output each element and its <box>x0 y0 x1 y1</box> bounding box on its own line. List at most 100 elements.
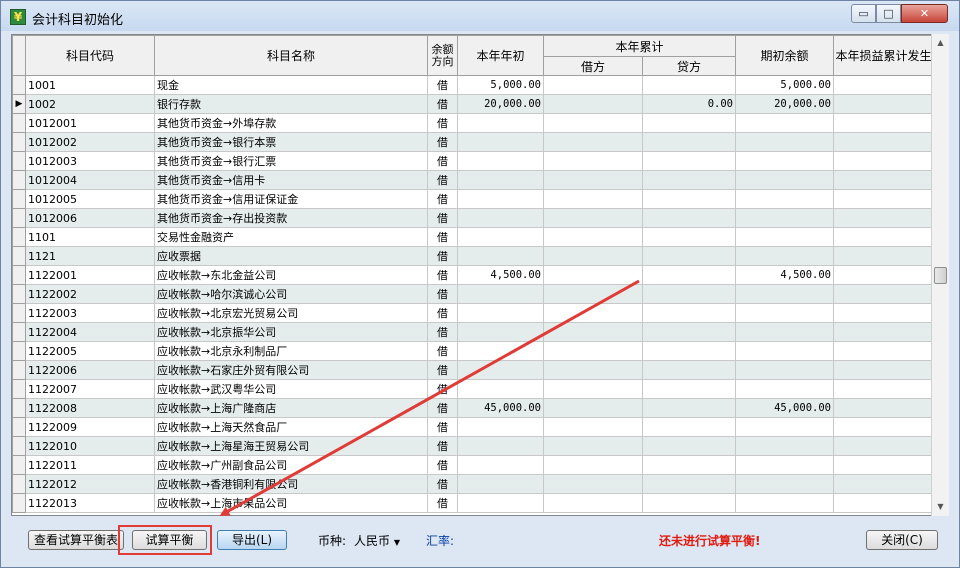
cell-pl-total[interactable] <box>833 132 934 152</box>
cell-pl-total[interactable] <box>833 151 934 171</box>
cell-credit[interactable] <box>642 113 736 133</box>
cell-year-begin[interactable] <box>457 474 544 494</box>
cell-debit[interactable] <box>543 474 643 494</box>
table-row[interactable]: 1122008 应收帐款→上海广隆商店借 45,000.00 45,000.00 <box>12 398 934 418</box>
header-debit[interactable]: 借方 <box>543 56 643 76</box>
cell-debit[interactable] <box>543 170 643 190</box>
cell-direction[interactable]: 借 <box>427 170 458 190</box>
cell-name[interactable]: 其他货币资金→银行汇票 <box>154 151 428 171</box>
cell-code[interactable]: 1122005 <box>25 341 155 361</box>
cell-pl-total[interactable] <box>833 75 934 95</box>
cell-direction[interactable]: 借 <box>427 379 458 399</box>
cell-debit[interactable] <box>543 227 643 247</box>
cell-opening[interactable] <box>735 303 834 323</box>
cell-debit[interactable] <box>543 493 643 513</box>
row-indicator[interactable] <box>12 208 26 228</box>
scroll-down-icon[interactable]: ▼ <box>932 498 949 515</box>
cell-year-begin[interactable] <box>457 322 544 342</box>
cell-debit[interactable] <box>543 398 643 418</box>
cell-code[interactable]: 1001 <box>25 75 155 95</box>
cell-code[interactable]: 1101 <box>25 227 155 247</box>
cell-direction[interactable]: 借 <box>427 493 458 513</box>
row-indicator[interactable] <box>12 436 26 456</box>
scroll-thumb[interactable] <box>934 267 947 284</box>
cell-opening[interactable] <box>735 436 834 456</box>
cell-credit[interactable] <box>642 284 736 304</box>
row-indicator[interactable] <box>12 284 26 304</box>
cell-code[interactable]: 1012004 <box>25 170 155 190</box>
close-window-button[interactable]: ✕ <box>901 4 948 23</box>
cell-name[interactable]: 应收帐款→香港铜利有限公司 <box>154 474 428 494</box>
header-opening[interactable]: 期初余额 <box>735 35 834 76</box>
cell-direction[interactable]: 借 <box>427 189 458 209</box>
cell-debit[interactable] <box>543 189 643 209</box>
cell-credit[interactable] <box>642 170 736 190</box>
cell-debit[interactable] <box>543 322 643 342</box>
cell-year-begin[interactable] <box>457 284 544 304</box>
table-row[interactable]: 1122002 应收帐款→哈尔滨诚心公司借 <box>12 284 934 304</box>
table-row[interactable]: 1122006 应收帐款→石家庄外贸有限公司借 <box>12 360 934 380</box>
cell-opening[interactable] <box>735 360 834 380</box>
cell-debit[interactable] <box>543 246 643 266</box>
row-indicator[interactable] <box>12 303 26 323</box>
cell-opening[interactable] <box>735 455 834 475</box>
cell-opening[interactable] <box>735 132 834 152</box>
row-indicator[interactable] <box>12 360 26 380</box>
row-indicator[interactable] <box>12 170 26 190</box>
cell-direction[interactable]: 借 <box>427 436 458 456</box>
cell-code[interactable]: 1122013 <box>25 493 155 513</box>
cell-name[interactable]: 其他货币资金→外埠存款 <box>154 113 428 133</box>
table-row[interactable]: 1012002 其他货币资金→银行本票借 <box>12 132 934 152</box>
export-button[interactable]: 导出(L) <box>217 530 287 550</box>
cell-pl-total[interactable] <box>833 265 934 285</box>
cell-year-begin[interactable] <box>457 189 544 209</box>
header-code[interactable]: 科目代码 <box>25 35 155 76</box>
cell-opening[interactable]: 20,000.00 <box>735 94 834 114</box>
cell-opening[interactable] <box>735 246 834 266</box>
cell-code[interactable]: 1122011 <box>25 455 155 475</box>
cell-code[interactable]: 1122009 <box>25 417 155 437</box>
view-trial-balance-button[interactable]: 查看试算平衡表 <box>28 530 124 550</box>
cell-name[interactable]: 应收帐款→北京宏光贸易公司 <box>154 303 428 323</box>
currency-select[interactable]: 人民币 ▼ <box>354 532 400 549</box>
cell-debit[interactable] <box>543 436 643 456</box>
row-indicator[interactable] <box>12 246 26 266</box>
cell-debit[interactable] <box>543 284 643 304</box>
cell-pl-total[interactable] <box>833 360 934 380</box>
cell-pl-total[interactable] <box>833 170 934 190</box>
cell-name[interactable]: 其他货币资金→银行本票 <box>154 132 428 152</box>
row-indicator[interactable] <box>12 398 26 418</box>
cell-year-begin[interactable] <box>457 208 544 228</box>
cell-direction[interactable]: 借 <box>427 455 458 475</box>
cell-name[interactable]: 应收帐款→北京永利制品厂 <box>154 341 428 361</box>
cell-year-begin[interactable] <box>457 246 544 266</box>
cell-credit[interactable] <box>642 436 736 456</box>
cell-opening[interactable]: 45,000.00 <box>735 398 834 418</box>
cell-name[interactable]: 其他货币资金→信用证保证金 <box>154 189 428 209</box>
cell-credit[interactable]: 0.00 <box>642 94 736 114</box>
cell-debit[interactable] <box>543 341 643 361</box>
cell-direction[interactable]: 借 <box>427 341 458 361</box>
cell-opening[interactable] <box>735 113 834 133</box>
cell-year-begin[interactable] <box>457 417 544 437</box>
cell-year-begin[interactable] <box>457 151 544 171</box>
cell-name[interactable]: 应收帐款→上海天然食品厂 <box>154 417 428 437</box>
row-indicator[interactable] <box>12 189 26 209</box>
cell-credit[interactable] <box>642 417 736 437</box>
cell-direction[interactable]: 借 <box>427 322 458 342</box>
cell-pl-total[interactable] <box>833 189 934 209</box>
row-indicator[interactable] <box>12 265 26 285</box>
cell-credit[interactable] <box>642 189 736 209</box>
cell-opening[interactable] <box>735 227 834 247</box>
cell-direction[interactable]: 借 <box>427 474 458 494</box>
cell-name[interactable]: 其他货币资金→存出投资款 <box>154 208 428 228</box>
cell-debit[interactable] <box>543 75 643 95</box>
row-indicator[interactable] <box>12 455 26 475</box>
row-indicator[interactable] <box>12 151 26 171</box>
cell-pl-total[interactable] <box>833 284 934 304</box>
cell-opening[interactable] <box>735 189 834 209</box>
vertical-scrollbar[interactable]: ▲ ▼ <box>931 34 949 516</box>
cell-direction[interactable]: 借 <box>427 417 458 437</box>
cell-credit[interactable] <box>642 265 736 285</box>
header-year-total[interactable]: 本年累计 <box>543 35 736 57</box>
